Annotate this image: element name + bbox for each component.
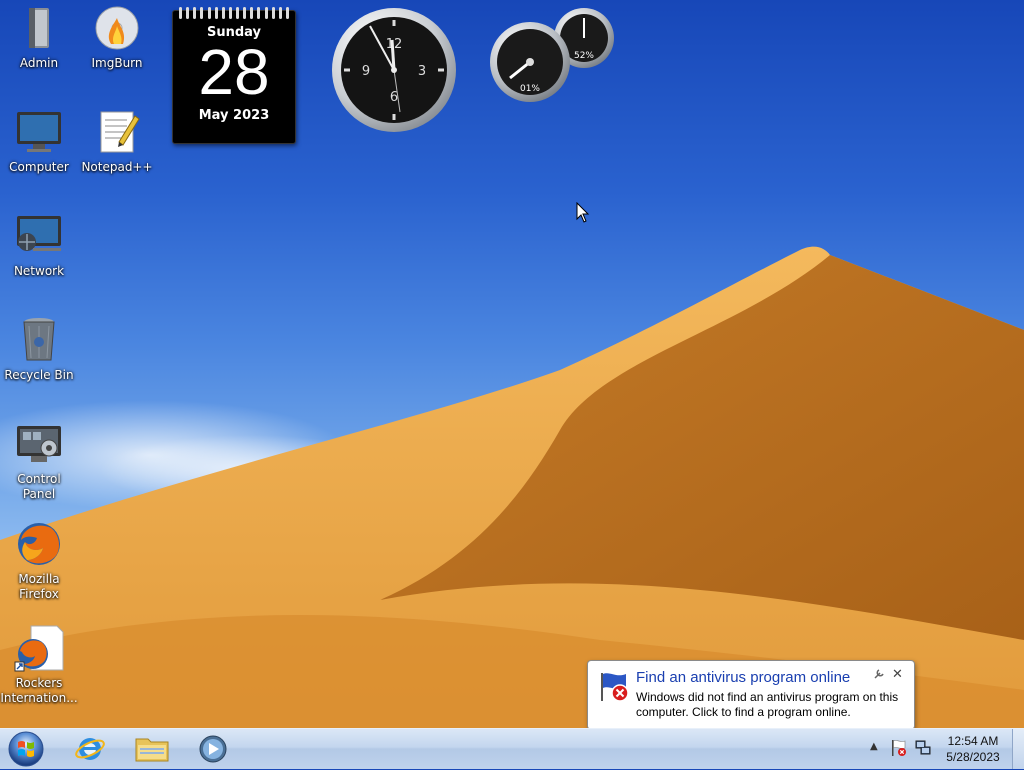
action-center-flag-error-icon [601,673,629,702]
network-icon [13,212,65,260]
memory-usage-readout: 52% [574,51,594,61]
action-center-flag-icon[interactable] [890,739,908,757]
desktop-icon-notepadpp[interactable]: Notepad++ [78,108,156,175]
desktop-icon-label: Network [13,264,65,278]
mouse-cursor-icon [576,202,590,223]
calendar-binding-rings [179,7,289,19]
taskbar: ▲ 12:54 AM 5/28/2023 [0,728,1024,769]
desktop-icon-rockers-international[interactable]: Rockers Internation... [0,624,78,706]
taskbar-date: 5/28/2023 [946,750,1000,764]
calendar-gadget[interactable]: Sunday 28 May 2023 [172,7,296,144]
taskbar-clock[interactable]: 12:54 AM 5/28/2023 [938,733,1008,765]
desktop-icon-label: Control Panel [17,472,61,501]
antivirus-notification-balloon[interactable]: Find an antivirus program online Windows… [587,660,915,739]
cpu-usage-readout: 01% [520,84,540,94]
clock-numeral-3: 3 [418,64,426,79]
firefox-shortcut-file-icon [13,624,65,672]
desktop-icon-label: Recycle Bin [4,368,74,382]
windows-orb-icon[interactable] [4,730,48,768]
desktop-icon-label: Mozilla Firefox [18,572,60,601]
notepad-plus-icon [91,108,143,156]
desktop-icon-label: Admin [19,56,59,70]
user-folder-icon [13,4,65,52]
desktop-icon-label: ImgBurn [91,56,143,70]
desktop-icon-label: Rockers Internation... [0,676,78,705]
cpu-meter-gadget[interactable]: 52% 01% [488,6,620,104]
notification-area: ▲ 12:54 AM 5/28/2023 [862,729,1024,769]
desktop-icon-control-panel[interactable]: Control Panel [0,420,78,502]
desktop-icon-computer[interactable]: Computer [0,108,78,175]
clock-numeral-9: 9 [362,64,370,79]
notification-close-button[interactable]: ✕ [892,667,903,682]
desktop-icon-label: Computer [9,160,69,174]
clock-gadget[interactable]: 12 3 6 9 [330,6,458,134]
desktop-icon-admin[interactable]: Admin [0,4,78,71]
internet-explorer-icon [75,738,105,760]
windows-media-player-icon [199,735,227,763]
desktop-icon-label: Notepad++ [81,160,153,174]
windows-explorer-folder-icon [135,738,169,762]
wrench-icon[interactable] [874,669,884,682]
desktop-icon-firefox[interactable]: Mozilla Firefox [0,520,78,602]
taskbar-time: 12:54 AM [947,734,999,748]
network-tray-icon[interactable] [914,739,932,757]
taskbar-windows-media-player[interactable] [186,731,242,767]
taskbar-internet-explorer[interactable] [62,731,118,767]
desktop-icon-network[interactable]: Network [0,212,78,279]
calendar-month-year: May 2023 [198,108,270,123]
notification-title[interactable]: Find an antivirus program online [636,669,850,686]
computer-monitor-icon [13,108,65,156]
desktop-icon-recycle-bin[interactable]: Recycle Bin [0,316,78,383]
notification-message[interactable]: Windows did not find an antivirus progra… [636,690,908,720]
recycle-bin-icon [13,316,65,364]
show-desktop-button[interactable] [1012,729,1024,769]
imgburn-disc-icon [91,4,143,52]
calendar-day: 28 [198,36,270,108]
show-hidden-icons-chevron[interactable]: ▲ [870,741,878,752]
desktop-icon-imgburn[interactable]: ImgBurn [78,4,156,71]
taskbar-windows-explorer[interactable] [124,731,180,767]
firefox-icon [13,520,65,568]
control-panel-icon [13,420,65,468]
